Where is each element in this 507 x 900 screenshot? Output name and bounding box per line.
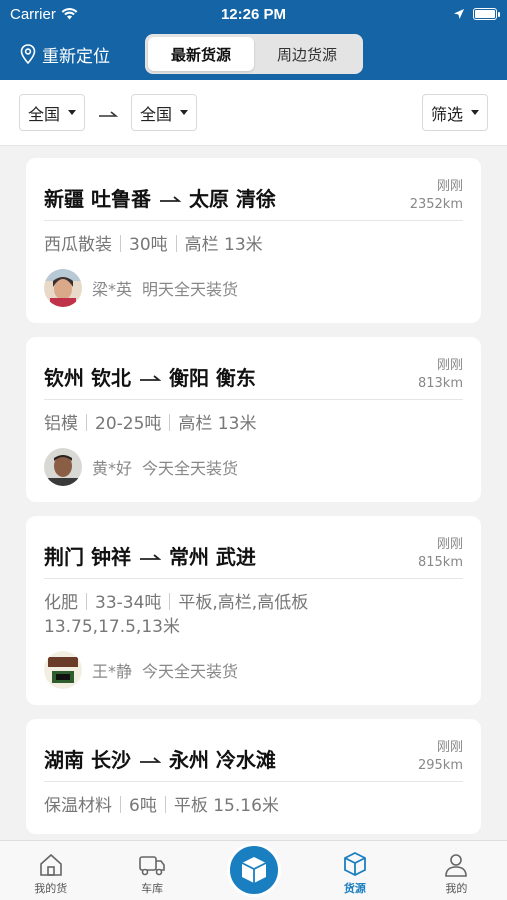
route: 湖南 长沙 永州 冷水滩 [44,739,276,773]
tab-label: 货源 [343,882,366,895]
route-from: 新疆 吐鲁番 [44,187,151,211]
cargo-type: 化肥 [44,593,78,613]
tab-garage[interactable]: 车库 [101,841,202,900]
tab-latest-sources[interactable]: 最新货源 [148,37,254,71]
cargo-list: 新疆 吐鲁番 太原 清徐 刚刚 2352km 西瓜散装 30吨 高栏 13米 梁*英… [0,146,507,840]
truck-type: 高栏 13米 [178,414,257,434]
cube-icon [344,851,366,877]
post-time: 刚刚 [436,537,463,552]
distance: 813km [417,376,463,391]
source-segment: 最新货源 周边货源 [145,34,363,74]
cargo-card[interactable]: 钦州 钦北 衡阳 衡东 刚刚 813km 铝模 20-25吨 高栏 13米 黄*好 … [26,337,481,502]
filter-label: 筛选 [430,104,463,124]
avatar[interactable] [44,448,82,486]
tab-label: 我的货 [34,882,68,895]
route-from: 钦州 钦北 [44,366,131,390]
distance: 815km [417,555,463,570]
post-time: 刚刚 [436,179,463,194]
cargo-specs: 西瓜散装 30吨 高栏 13米 [44,233,463,257]
caret-down-icon [180,110,189,115]
route-to: 永州 冷水滩 [168,748,276,772]
destination-value: 全国 [140,104,173,124]
cargo-weight: 20-25吨 [95,414,162,434]
cargo-type: 西瓜散装 [44,235,112,255]
cargo-card[interactable]: 新疆 吐鲁番 太原 清徐 刚刚 2352km 西瓜散装 30吨 高栏 13米 梁*英… [26,158,481,323]
post-time: 刚刚 [436,740,463,755]
route: 钦州 钦北 衡阳 衡东 [44,357,256,391]
wifi-icon [61,8,78,20]
battery-icon [472,8,500,20]
carrier-label: Carrier [10,5,56,23]
tab-cargo-sources[interactable]: 货源 [304,841,405,900]
cargo-weight: 6吨 [129,796,157,816]
route-arrow-icon [139,374,161,381]
person-icon [445,854,468,877]
route-arrow-icon [139,756,161,763]
distance: 2352km [409,197,463,212]
load-time: 今天全天装货 [142,459,239,478]
tab-nearby-sources[interactable]: 周边货源 [254,37,360,71]
caret-down-icon [471,110,479,115]
battery-fill [474,10,495,18]
caret-down-icon [68,110,77,115]
destination-dropdown[interactable]: 全国 [131,94,198,131]
route-arrow-icon [139,553,161,560]
home-icon [39,853,62,876]
load-time: 今天全天装货 [142,662,239,681]
location-pin-icon [20,44,36,64]
truck-type: 平板 15.16米 [173,796,279,816]
filter-dropdown[interactable]: 筛选 [421,94,488,131]
clock: 12:26 PM [220,5,287,23]
post-time: 刚刚 [436,358,463,373]
tab-label: 我的 [445,882,468,895]
publish-cargo-button[interactable] [227,843,281,897]
route-to: 衡阳 衡东 [168,366,256,390]
route-to: 太原 清徐 [188,187,276,211]
contact-name: 黄*好 [92,459,133,478]
cargo-weight: 30吨 [129,235,168,255]
cargo-type: 保温材料 [44,796,112,816]
truck-type: 平板,高栏,高低板 [178,593,309,613]
tab-my-cargo[interactable]: 我的货 [0,841,101,900]
cargo-specs: 化肥 33-34吨 平板,高栏,高低板 13.75,17.5,13米 [44,591,463,639]
cargo-card[interactable]: 荆门 钟祥 常州 武进 刚刚 815km 化肥 33-34吨 平板,高栏,高低板 1… [26,516,481,705]
route: 荆门 钟祥 常州 武进 [44,536,256,570]
cargo-specs: 保温材料 6吨 平板 15.16米 [44,794,463,818]
box-icon [241,857,267,883]
avatar[interactable] [44,269,82,307]
tab-me[interactable]: 我的 [406,841,507,900]
cargo-type: 铝模 [44,414,78,434]
avatar[interactable] [44,651,82,689]
tab-label: 车库 [141,882,164,895]
load-time: 明天全天装货 [142,280,239,299]
route-arrow-icon [99,110,119,117]
relocate-label: 重新定位 [42,46,110,67]
header: Carrier 12:26 PM 重新定位 最新货源 周边货源 [0,0,507,80]
truck-length: 13.75,17.5,13米 [44,617,180,637]
origin-value: 全国 [28,104,61,124]
distance: 295km [417,758,463,773]
contact-name: 王*静 [92,662,133,681]
contact-name: 梁*英 [92,280,133,299]
cargo-weight: 33-34吨 [95,593,162,613]
cargo-card[interactable]: 湖南 长沙 永州 冷水滩 刚刚 295km 保温材料 6吨 平板 15.16米 [26,719,481,834]
route-to: 常州 武进 [168,545,256,569]
route-from: 湖南 长沙 [44,748,131,772]
location-arrow-icon [453,9,464,19]
status-bar: Carrier 12:26 PM [0,0,507,28]
route-arrow-icon [159,195,181,202]
relocate-button[interactable]: 重新定位 [20,42,145,67]
cargo-specs: 铝模 20-25吨 高栏 13米 [44,412,463,436]
truck-icon [139,856,165,876]
route: 新疆 吐鲁番 太原 清徐 [44,178,276,212]
origin-dropdown[interactable]: 全国 [19,94,86,131]
truck-type: 高栏 13米 [184,235,263,255]
route-from: 荆门 钟祥 [44,545,131,569]
filter-bar: 全国 全国 筛选 [0,80,507,146]
